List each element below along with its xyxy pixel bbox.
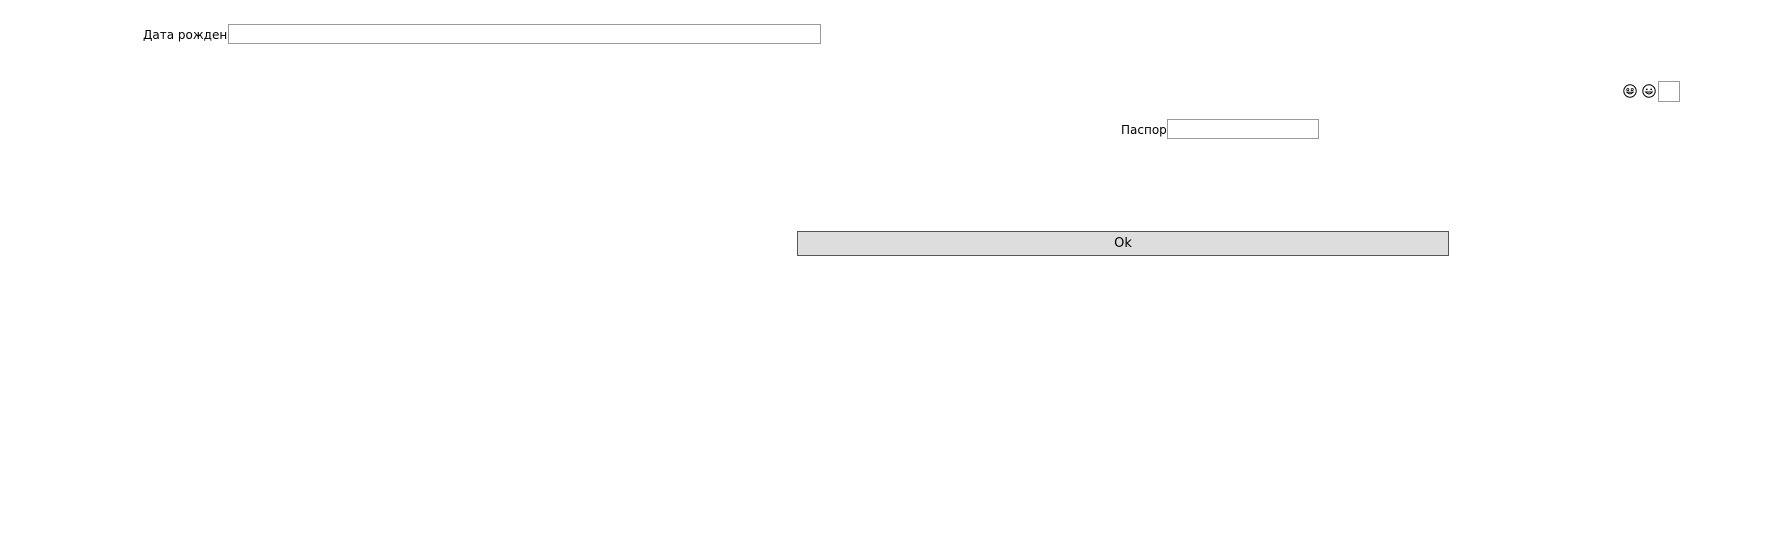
smiley-face-icon: [1623, 84, 1637, 98]
smiley-face-icon: [1642, 84, 1656, 98]
passport-field[interactable]: [1167, 119, 1319, 139]
passport-label: Паспорт: [1121, 123, 1174, 137]
ok-button[interactable]: Ok: [797, 231, 1449, 256]
birth-date-field[interactable]: [228, 24, 821, 44]
small-box-field[interactable]: [1658, 81, 1680, 102]
form-window: Дата рождения Паспорт Ok: [0, 0, 1789, 558]
